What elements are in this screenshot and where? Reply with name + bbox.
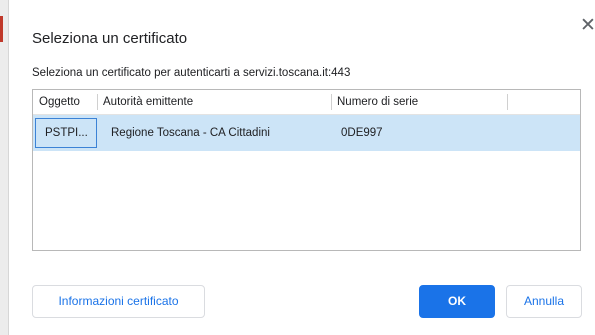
- close-icon[interactable]: ✕: [580, 16, 595, 35]
- dialog-title: Seleziona un certificato: [32, 30, 188, 47]
- column-header-oggetto[interactable]: Oggetto: [33, 90, 97, 114]
- certificate-info-button[interactable]: Informazioni certificato: [32, 285, 205, 318]
- dialog-subtitle: Seleziona un certificato per autenticart…: [32, 67, 351, 79]
- background-accent-mark: [0, 16, 3, 42]
- cancel-button[interactable]: Annulla: [506, 285, 582, 318]
- column-header-empty: [507, 90, 580, 114]
- cell-oggetto[interactable]: PSTPI...: [35, 118, 97, 148]
- table-row[interactable]: PSTPI... Regione Toscana - CA Cittadini …: [33, 115, 580, 151]
- background-window-edge: [0, 0, 8, 335]
- column-header-autorita[interactable]: Autorità emittente: [97, 90, 331, 114]
- cell-autorita: Regione Toscana - CA Cittadini: [111, 127, 270, 139]
- certificate-dialog: Seleziona un certificato ✕ Seleziona un …: [8, 0, 595, 335]
- certificate-table: Oggetto Autorità emittente Numero di ser…: [32, 89, 581, 251]
- column-header-numero[interactable]: Numero di serie: [331, 90, 507, 114]
- table-header: Oggetto Autorità emittente Numero di ser…: [33, 90, 580, 115]
- cell-numero: 0DE997: [341, 127, 383, 139]
- ok-button[interactable]: OK: [419, 285, 495, 318]
